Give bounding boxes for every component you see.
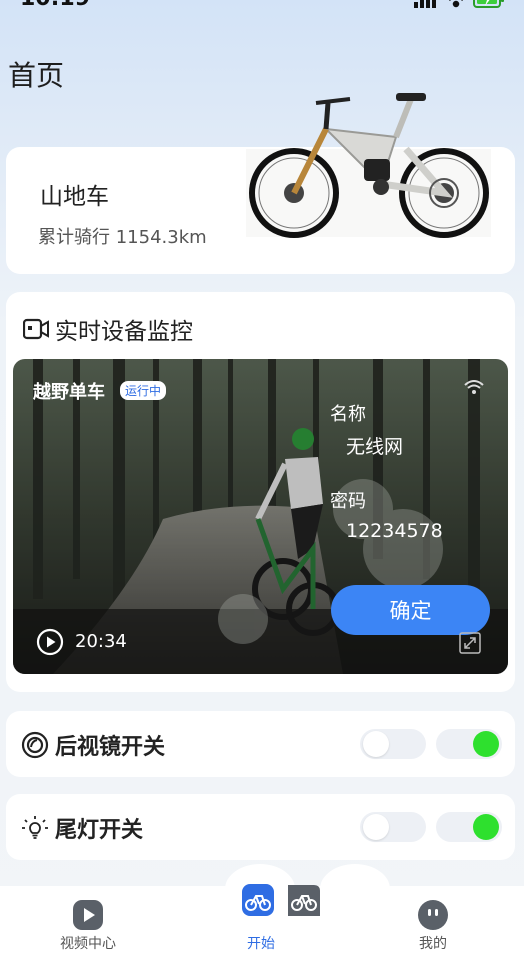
video-camera-icon <box>23 318 49 340</box>
tab-mine[interactable]: 我的 <box>378 886 488 956</box>
tab-video-center[interactable]: 视频中心 <box>33 886 143 956</box>
password-label: 密码 <box>330 491 366 512</box>
taillight-switch-on[interactable] <box>436 812 502 842</box>
monitor-header: 实时设备监控 <box>23 314 193 345</box>
play-icon <box>73 900 103 930</box>
video-player[interactable]: 越野单车 运行中 名称 无线网 密码 12234578 确定 20:34 <box>13 359 508 674</box>
status-icons <box>414 0 504 8</box>
bike-icon[interactable] <box>242 884 322 918</box>
video-device-name: 越野单车 <box>33 382 105 403</box>
switch-knob <box>363 814 389 840</box>
confirm-button[interactable]: 确定 <box>331 585 490 635</box>
status-bar: 10:19 <box>0 0 524 16</box>
tab-label: 我的 <box>419 936 447 952</box>
taillight-switch-off[interactable] <box>360 812 426 842</box>
video-time: 20:34 <box>75 631 127 652</box>
switch-knob <box>363 731 389 757</box>
mirror-icon <box>21 731 49 759</box>
status-badge: 运行中 <box>120 381 167 400</box>
play-icon[interactable] <box>36 628 64 656</box>
mirror-toggle-label: 后视镜开关 <box>55 735 166 760</box>
switch-knob <box>473 731 499 757</box>
tab-label: 开始 <box>247 936 275 952</box>
tab-label: 视频中心 <box>60 936 116 952</box>
profile-icon <box>418 900 448 930</box>
mirror-switch-off[interactable] <box>360 729 426 759</box>
bulb-icon <box>22 816 48 839</box>
signal-icon <box>414 0 436 8</box>
wifi-status-icon <box>449 0 463 8</box>
name-label: 名称 <box>330 404 366 425</box>
taillight-toggle-card: 尾灯开关 <box>6 794 515 860</box>
mirror-switch-on[interactable] <box>436 729 502 759</box>
mirror-toggle-card: 后视镜开关 <box>6 711 515 777</box>
password-value: 12234578 <box>346 520 443 542</box>
monitor-title: 实时设备监控 <box>55 319 193 345</box>
mountain-bike-image <box>246 93 491 238</box>
battery-icon <box>473 0 504 8</box>
fullscreen-icon[interactable] <box>459 632 481 654</box>
bike-mileage: 累计骑行 1154.3km <box>38 227 207 248</box>
device-monitor-card: 实时设备监控 越野单车 运行中 名称 无线网 密码 12234578 确定 20… <box>6 292 515 692</box>
switch-knob <box>473 814 499 840</box>
page-title: 首页 <box>8 59 65 92</box>
taillight-toggle-label: 尾灯开关 <box>55 818 144 843</box>
name-value: 无线网 <box>346 436 404 458</box>
bike-name: 山地车 <box>40 184 109 210</box>
bike-card[interactable]: 山地车 累计骑行 1154.3km <box>6 93 515 274</box>
wifi-icon <box>464 380 484 394</box>
status-time: 10:19 <box>20 0 90 11</box>
